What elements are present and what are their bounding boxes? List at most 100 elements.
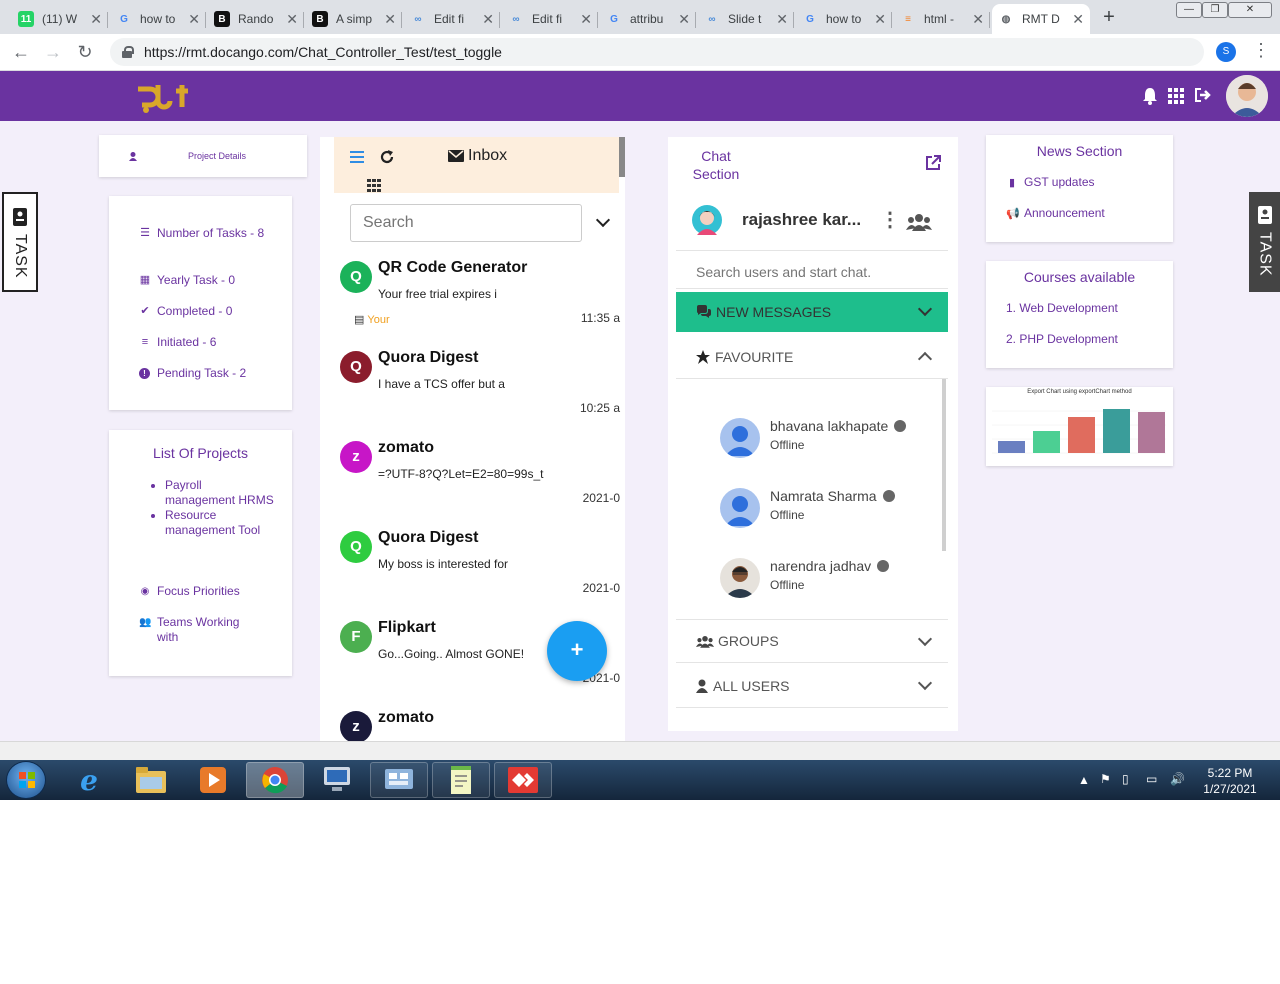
browser-menu-icon[interactable]: ⋮	[1252, 40, 1270, 61]
project-list-item[interactable]: Resource management Tool	[165, 508, 275, 538]
task-stat-item[interactable]: ≡ Initiated - 6	[139, 335, 269, 350]
browser-tab[interactable]: ∞ Edit fi ✕	[502, 4, 598, 34]
start-button[interactable]	[6, 761, 46, 799]
browser-tab[interactable]: ≡ html - ✕	[894, 4, 990, 34]
tab-title: attribu	[630, 12, 664, 26]
close-tab-icon[interactable]: ✕	[678, 11, 690, 28]
export-chart-card[interactable]: Export Chart using exportChart method	[986, 387, 1173, 466]
task-side-tab[interactable]: TASK	[2, 192, 38, 292]
new-messages-accordion[interactable]: NEW MESSAGES	[676, 292, 948, 332]
chat-user-item[interactable]: Namrata Sharma Offline	[720, 484, 940, 534]
news-item[interactable]: 📢 Announcement	[1006, 206, 1105, 220]
network-icon[interactable]: ▭	[1146, 772, 1157, 786]
browser-tab[interactable]: ∞ Slide t ✕	[698, 4, 794, 34]
taskbar-remote[interactable]	[308, 762, 366, 798]
taskbar-ie[interactable]: e	[60, 762, 118, 798]
groups-accordion[interactable]: GROUPS	[676, 619, 948, 663]
compose-button[interactable]: +	[547, 621, 607, 681]
tray-expand-icon[interactable]: ▲	[1078, 773, 1090, 787]
taskbar-chrome[interactable]	[246, 762, 304, 798]
mail-list-item[interactable]: Q Quora Digest My boss is interested for 20…	[340, 525, 620, 615]
mail-list-item[interactable]: Q QR Code Generator Your free trial expire…	[340, 255, 620, 345]
left-nav-link[interactable]: ◉ Focus Priorities	[139, 584, 259, 599]
volume-icon[interactable]: 🔊	[1170, 772, 1185, 786]
close-tab-icon[interactable]: ✕	[384, 11, 396, 28]
close-tab-icon[interactable]: ✕	[580, 11, 592, 28]
flag-icon[interactable]: ⚑	[1100, 772, 1111, 786]
news-card: News Section ▮ GST updates 📢 Announcement	[986, 135, 1173, 242]
back-button[interactable]: ←	[10, 42, 32, 63]
reload-button[interactable]: ↻	[74, 42, 96, 63]
mail-list-item[interactable]: z zomato =?UTF-8?Q?Let=E2=80=99s_t 2021-0	[340, 435, 620, 525]
close-tab-icon[interactable]: ✕	[188, 11, 200, 28]
course-item[interactable]: 2. PHP Development	[1006, 332, 1118, 346]
inbox-scrollbar[interactable]	[619, 137, 625, 177]
google-icon: G	[806, 13, 814, 25]
new-tab-button[interactable]: +	[1096, 6, 1122, 28]
logout-icon[interactable]	[1194, 87, 1212, 103]
close-tab-icon[interactable]: ✕	[972, 11, 984, 28]
chat-scrollbar[interactable]	[942, 379, 946, 551]
taskbar-notepad[interactable]	[432, 762, 490, 798]
bell-icon[interactable]	[1142, 87, 1158, 105]
inbox-search-input[interactable]	[350, 204, 582, 242]
close-window-button[interactable]: ✕	[1228, 2, 1272, 18]
maximize-button[interactable]: ❐	[1202, 2, 1228, 18]
profile-avatar[interactable]: S	[1216, 42, 1236, 62]
news-item[interactable]: ▮ GST updates	[1006, 175, 1095, 189]
browser-tab[interactable]: ∞ Edit fi ✕	[404, 4, 500, 34]
mail-snippet: I have a TCS offer but a	[378, 377, 505, 391]
refresh-icon[interactable]	[379, 149, 395, 165]
browser-tab[interactable]: Ghow to ✕	[110, 4, 206, 34]
hamburger-menu-icon[interactable]	[350, 151, 364, 163]
project-details-card[interactable]: Project Details	[99, 135, 307, 177]
task-stat-item[interactable]: ▦ Yearly Task - 0	[139, 273, 269, 288]
chevron-down-icon[interactable]	[595, 212, 611, 228]
brand-logo[interactable]	[134, 81, 190, 113]
close-tab-icon[interactable]: ✕	[286, 11, 298, 28]
browser-tab[interactable]: B A simp ✕	[306, 4, 402, 34]
close-tab-icon[interactable]: ✕	[482, 11, 494, 28]
url-field[interactable]: https://rmt.docango.com/Chat_Controller_…	[110, 38, 1204, 66]
browser-tab[interactable]: Ghow to ✕	[796, 4, 892, 34]
left-nav-link[interactable]: 👥 Teams Working with	[139, 615, 259, 645]
task-stat-item[interactable]: ! Pending Task - 2	[139, 366, 269, 381]
task-stat-item[interactable]: ✔ Completed - 0	[139, 304, 269, 319]
project-list-item[interactable]: Payroll management HRMS	[165, 478, 275, 508]
group-users-icon[interactable]	[906, 213, 932, 231]
taskbar-explorer[interactable]	[122, 762, 180, 798]
user-avatar[interactable]	[1226, 75, 1268, 117]
close-tab-icon[interactable]: ✕	[1072, 11, 1084, 28]
system-clock[interactable]: 5:22 PM 1/27/2021	[1198, 765, 1262, 797]
more-options-icon[interactable]: ⋮	[880, 207, 900, 232]
task-stat-item[interactable]: ☰ Number of Tasks - 8	[139, 226, 269, 241]
address-bar: ← → ↻ https://rmt.docango.com/Chat_Contr…	[0, 34, 1280, 71]
close-tab-icon[interactable]: ✕	[874, 11, 886, 28]
course-item[interactable]: 1. Web Development	[1006, 301, 1118, 315]
task-right-tab[interactable]: TASK	[1249, 192, 1280, 292]
browser-tab[interactable]: B Rando ✕	[208, 4, 304, 34]
external-link-icon[interactable]	[925, 155, 941, 171]
all-users-accordion[interactable]: ALL USERS	[676, 664, 948, 708]
mail-list-item[interactable]: z zomato	[340, 705, 620, 741]
browser-tab[interactable]: ◍ RMT D ✕	[992, 4, 1090, 34]
taskbar-media[interactable]	[184, 762, 242, 798]
chat-user-item[interactable]: narendra jadhav Offline	[720, 554, 940, 604]
apps-grid-icon[interactable]	[1168, 88, 1184, 104]
courses-title: Courses available	[1023, 269, 1136, 285]
chat-user-avatar[interactable]	[692, 205, 722, 235]
taskbar-anydesk[interactable]	[494, 762, 552, 798]
grid-icon[interactable]	[367, 179, 382, 193]
favourite-accordion[interactable]: FAVOURITE	[676, 335, 948, 379]
close-tab-icon[interactable]: ✕	[90, 11, 102, 28]
mail-list-item[interactable]: Q Quora Digest I have a TCS offer but a 10:…	[340, 345, 620, 435]
browser-tab[interactable]: Gattribu ✕	[600, 4, 696, 34]
close-tab-icon[interactable]: ✕	[776, 11, 788, 28]
browser-tab[interactable]: 11 (11) W ✕	[12, 4, 108, 34]
chat-user-item[interactable]: bhavana lakhapate Offline	[720, 414, 940, 464]
chat-search-input[interactable]	[676, 255, 948, 289]
forward-button[interactable]: →	[42, 42, 64, 63]
battery-icon[interactable]: ▯	[1122, 772, 1129, 786]
minimize-button[interactable]: —	[1176, 2, 1202, 18]
taskbar-control-panel[interactable]	[370, 762, 428, 798]
